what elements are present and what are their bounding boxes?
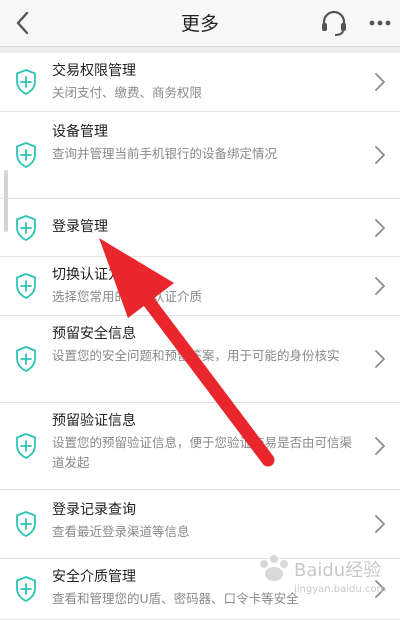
item-subtitle: 设置您的预留验证信息，便于您验证交易是否由可信渠道发起	[52, 435, 353, 470]
item-title: 预留验证信息	[52, 413, 136, 429]
more-options-button[interactable]	[364, 8, 396, 38]
list-item-reserved-verification-info[interactable]: 预留验证信息 设置您的预留验证信息，便于您验证交易是否由可信渠道发起	[0, 403, 400, 490]
customer-service-button[interactable]	[318, 8, 350, 38]
shield-plus-icon	[16, 346, 36, 372]
settings-list: 交易权限管理 关闭支付、缴费、商务权限 设备管理 查询并管理当前手机银行的设备绑…	[0, 53, 400, 620]
chevron-right-icon	[375, 515, 385, 533]
watermark-text: Baidu经验	[294, 560, 381, 581]
shield-plus-icon	[16, 576, 36, 602]
chevron-right-icon	[375, 350, 385, 368]
item-title: 交易权限管理	[52, 63, 136, 79]
item-subtitle: 设置您的安全问题和预留答案，用于可能的身份核实	[52, 348, 340, 363]
list-item-transaction-permission[interactable]: 交易权限管理 关闭支付、缴费、商务权限	[0, 53, 400, 112]
list-item-switch-auth-method[interactable]: 切换认证方式 选择您常用的安全认证介质	[0, 257, 400, 316]
chevron-right-icon	[375, 146, 385, 164]
watermark-url: jingyan.baidu.com	[293, 584, 386, 595]
item-subtitle: 选择您常用的安全认证介质	[52, 289, 203, 304]
scrollbar[interactable]	[4, 170, 8, 232]
item-subtitle: 关闭支付、缴费、商务权限	[52, 85, 203, 100]
item-title: 切换认证方式	[52, 267, 136, 283]
chevron-right-icon	[375, 437, 385, 455]
shield-plus-icon	[16, 433, 36, 459]
item-subtitle: 查看最近登录渠道等信息	[52, 524, 190, 539]
more-dots-icon	[369, 20, 391, 26]
shield-plus-icon	[16, 142, 36, 168]
list-item-login-management[interactable]: 登录管理	[0, 199, 400, 257]
item-title: 登录记录查询	[52, 502, 136, 518]
item-title: 预留安全信息	[52, 326, 136, 342]
item-title: 登录管理	[52, 219, 108, 235]
header-bar: 更多	[0, 0, 400, 47]
item-title: 设备管理	[52, 124, 108, 140]
shield-plus-icon	[16, 214, 36, 241]
list-item-login-record-query[interactable]: 登录记录查询 查看最近登录渠道等信息	[0, 490, 400, 559]
headset-icon	[322, 10, 346, 36]
chevron-right-icon	[375, 218, 385, 237]
item-subtitle: 查询并管理当前手机银行的设备绑定情况	[52, 146, 278, 161]
list-item-device-management[interactable]: 设备管理 查询并管理当前手机银行的设备绑定情况	[0, 112, 400, 199]
watermark-logo: Baidu经验 jingyan.baidu.com	[250, 550, 396, 596]
shield-plus-icon	[16, 273, 36, 299]
list-item-reserved-security-info[interactable]: 预留安全信息 设置您的安全问题和预留答案，用于可能的身份核实	[0, 316, 400, 403]
chevron-right-icon	[375, 73, 385, 91]
shield-plus-icon	[16, 511, 36, 537]
shield-plus-icon	[16, 69, 36, 95]
chevron-right-icon	[375, 277, 385, 295]
